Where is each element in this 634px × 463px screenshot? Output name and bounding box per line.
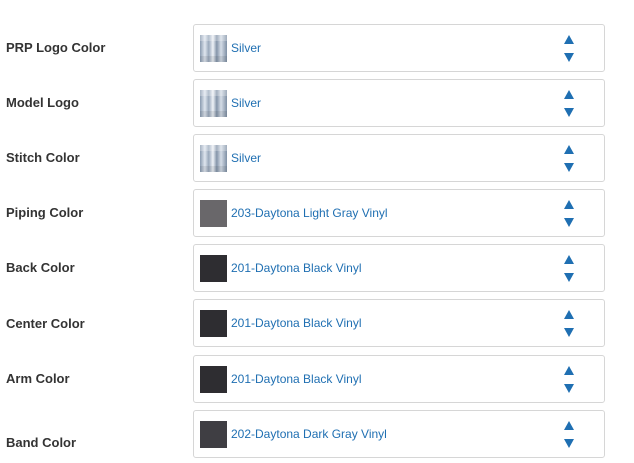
option-label: Band Color: [6, 435, 77, 450]
color-swatch: [200, 35, 227, 62]
prp-logo-color-select[interactable]: Silver: [193, 24, 605, 72]
option-label: Stitch Color: [6, 150, 80, 165]
selected-value: 201-Daytona Black Vinyl: [231, 261, 362, 275]
sort-arrows-icon: [563, 89, 575, 119]
back-color-select[interactable]: 201-Daytona Black Vinyl: [193, 244, 605, 292]
sort-arrows-icon: [563, 309, 575, 339]
arrow-down-icon: [564, 439, 574, 448]
arrow-up-icon: [564, 310, 574, 319]
option-row-stitch-color: Stitch Color Silver: [0, 134, 634, 184]
arrow-down-icon: [564, 218, 574, 227]
selected-value: 201-Daytona Black Vinyl: [231, 372, 362, 386]
arrow-down-icon: [564, 328, 574, 337]
sort-arrows-icon: [563, 254, 575, 284]
arrow-up-icon: [564, 255, 574, 264]
piping-color-select[interactable]: 203-Daytona Light Gray Vinyl: [193, 189, 605, 237]
sort-arrows-icon: [563, 199, 575, 229]
sort-arrows-icon: [563, 420, 575, 450]
arm-color-select[interactable]: 201-Daytona Black Vinyl: [193, 355, 605, 403]
option-row-center-color: Center Color 201-Daytona Black Vinyl: [0, 299, 634, 349]
color-swatch: [200, 421, 227, 448]
selected-value: Silver: [231, 96, 262, 110]
option-label: Model Logo: [6, 95, 79, 110]
option-row-model-logo: Model Logo Silver: [0, 79, 634, 129]
band-color-select[interactable]: 202-Daytona Dark Gray Vinyl: [193, 410, 605, 458]
sort-arrows-icon: [563, 144, 575, 174]
arrow-up-icon: [564, 90, 574, 99]
option-row-prp-logo-color: PRP Logo Color Silver: [0, 24, 634, 74]
option-label: PRP Logo Color: [6, 40, 106, 55]
selected-value: Silver: [231, 41, 262, 55]
arrow-down-icon: [564, 384, 574, 393]
option-row-piping-color: Piping Color 203-Daytona Light Gray Viny…: [0, 189, 634, 239]
color-swatch: [200, 255, 227, 282]
option-row-back-color: Back Color 201-Daytona Black Vinyl: [0, 244, 634, 294]
option-row-arm-color: Arm Color 201-Daytona Black Vinyl: [0, 355, 634, 405]
option-label: Arm Color: [6, 371, 70, 386]
model-logo-select[interactable]: Silver: [193, 79, 605, 127]
color-swatch: [200, 310, 227, 337]
color-swatch: [200, 145, 227, 172]
arrow-down-icon: [564, 163, 574, 172]
stitch-color-select[interactable]: Silver: [193, 134, 605, 182]
arrow-down-icon: [564, 53, 574, 62]
arrow-down-icon: [564, 108, 574, 117]
color-swatch: [200, 200, 227, 227]
arrow-up-icon: [564, 35, 574, 44]
arrow-up-icon: [564, 421, 574, 430]
selected-value: 202-Daytona Dark Gray Vinyl: [231, 427, 387, 441]
color-swatch: [200, 90, 227, 117]
selected-value: 201-Daytona Black Vinyl: [231, 316, 362, 330]
selected-value: Silver: [231, 151, 262, 165]
color-swatch: [200, 366, 227, 393]
center-color-select[interactable]: 201-Daytona Black Vinyl: [193, 299, 605, 347]
arrow-up-icon: [564, 366, 574, 375]
arrow-up-icon: [564, 145, 574, 154]
option-label: Back Color: [6, 260, 75, 275]
arrow-up-icon: [564, 200, 574, 209]
sort-arrows-icon: [563, 365, 575, 395]
option-row-band-color: Band Color 202-Daytona Dark Gray Vinyl: [0, 410, 634, 460]
option-label: Center Color: [6, 316, 85, 331]
option-label: Piping Color: [6, 205, 84, 220]
arrow-down-icon: [564, 273, 574, 282]
selected-value: 203-Daytona Light Gray Vinyl: [231, 206, 388, 220]
sort-arrows-icon: [563, 34, 575, 64]
